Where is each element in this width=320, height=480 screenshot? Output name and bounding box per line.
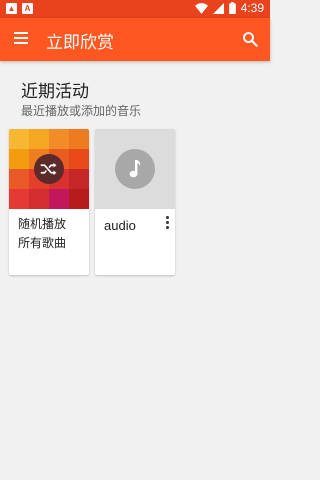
- music-note-icon: [115, 149, 155, 189]
- audio-card[interactable]: audio: [95, 129, 175, 275]
- card-title: 随机播放 所有歌曲: [18, 215, 66, 253]
- section-title: 近期活动: [21, 82, 89, 102]
- mosaic-tile: [9, 149, 29, 169]
- mosaic-tile: [9, 129, 29, 149]
- card-title: audio: [104, 218, 136, 233]
- mosaic-tile: [69, 149, 89, 169]
- app-bar: 立即欣赏: [0, 18, 270, 61]
- mosaic-tile: [69, 189, 89, 209]
- shuffle-all-card[interactable]: 随机播放 所有歌曲: [9, 129, 89, 275]
- mosaic-tile: [9, 189, 29, 209]
- mosaic-tile: [49, 129, 69, 149]
- signal-icon: [212, 2, 224, 14]
- card-title-line: 所有歌曲: [18, 236, 67, 250]
- mosaic-tile: [9, 169, 29, 189]
- status-bar: ▲ A 4:39: [0, 0, 270, 18]
- album-art-placeholder: [95, 129, 175, 209]
- mosaic-tile: [69, 129, 89, 149]
- text-a-icon: A: [22, 3, 33, 14]
- app-title: 立即欣赏: [46, 33, 114, 53]
- search-icon[interactable]: [241, 30, 259, 48]
- card-title-line: 随机播放: [18, 217, 67, 231]
- mosaic-tile: [29, 189, 49, 209]
- mosaic-tile: [29, 129, 49, 149]
- mosaic-tile: [69, 169, 89, 189]
- shuffle-icon: [34, 154, 64, 184]
- mosaic-tile: [49, 189, 69, 209]
- clock: 4:39: [240, 1, 264, 15]
- image-icon: ▲: [6, 3, 17, 14]
- album-art-mosaic: [9, 129, 89, 209]
- menu-icon[interactable]: [14, 32, 28, 46]
- wifi-icon: [194, 2, 208, 14]
- more-vert-icon[interactable]: [163, 215, 171, 232]
- section-subtitle: 最近播放或添加的音乐: [21, 104, 142, 118]
- battery-icon: [228, 2, 236, 14]
